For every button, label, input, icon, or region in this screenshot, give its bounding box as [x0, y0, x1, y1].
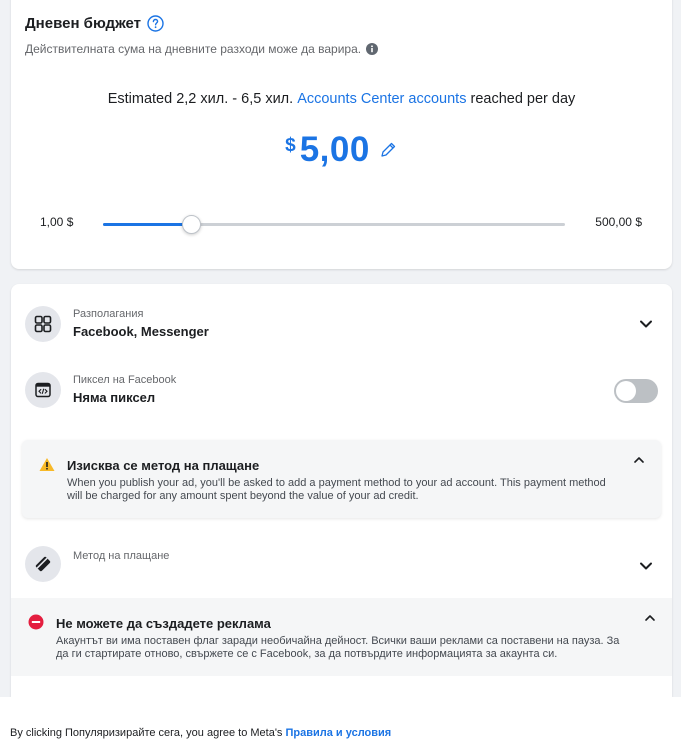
- help-circle-icon[interactable]: [147, 15, 164, 32]
- cannot-create-ad-notice: Не можете да създадете реклама Акаунтът …: [11, 598, 672, 676]
- chevron-up-icon[interactable]: [644, 614, 658, 628]
- budget-subtitle-text: Действителната сума на дневните разходи …: [25, 42, 362, 56]
- pixel-toggle[interactable]: [614, 379, 658, 403]
- toggle-knob: [616, 381, 636, 401]
- terms-footer: By clicking Популяризирайте сега, you ag…: [0, 697, 681, 750]
- placements-row[interactable]: Разполагания Facebook, Messenger: [25, 306, 658, 346]
- info-icon[interactable]: [366, 43, 379, 55]
- terms-prefix: By clicking Популяризирайте сега, you ag…: [10, 727, 283, 739]
- terms-text: By clicking Популяризирайте сега, you ag…: [10, 727, 391, 739]
- budget-slider[interactable]: [103, 215, 565, 234]
- slider-max-label: 500,00 $: [595, 215, 642, 229]
- estimate-prefix: Estimated 2,2 хил. - 6,5 хил.: [107, 91, 294, 107]
- terms-link[interactable]: Правила и условия: [286, 727, 392, 739]
- warning-triangle-icon: [39, 457, 55, 473]
- pencil-icon[interactable]: [378, 140, 398, 160]
- payment-method-required-notice: Изисква се метод на плащане When you pub…: [22, 440, 661, 518]
- budget-amount-value: 5,00: [299, 130, 370, 169]
- budget-amount: $ 5,00: [11, 130, 672, 170]
- payment-method-text: Метод на плащане: [73, 550, 169, 562]
- payment-method-row[interactable]: Метод на плащане: [25, 546, 658, 586]
- payment-warning-body: When you publish your ad, you'll be aske…: [67, 477, 606, 502]
- pixel-label: Пиксел на Facebook: [73, 374, 177, 386]
- slider-fill: [103, 223, 191, 226]
- slider-handle[interactable]: [181, 215, 201, 234]
- pixel-value: Няма пиксел: [73, 390, 156, 405]
- accounts-center-link[interactable]: Accounts Center accounts: [297, 91, 466, 107]
- estimate-suffix: reached per day: [470, 91, 576, 107]
- placements-text: Разполагания Facebook, Messenger: [73, 308, 209, 339]
- payment-method-label: Метод на плащане: [73, 550, 170, 562]
- error-body: Акаунтът ви има поставен флаг заради нео…: [56, 635, 620, 660]
- estimated-reach: Estimated 2,2 хил. - 6,5 хил. Accounts C…: [11, 91, 672, 107]
- chevron-down-icon[interactable]: [638, 558, 654, 574]
- slider-min-label: 1,00 $: [40, 215, 74, 229]
- code-window-icon: [25, 372, 61, 408]
- placements-label: Разполагания: [73, 308, 144, 320]
- budget-title-text: Дневен бюджет: [25, 15, 142, 32]
- error-title: Не можете да създадете реклама: [56, 616, 271, 631]
- currency-symbol: $: [285, 135, 296, 156]
- ad-settings-card: Разполагания Facebook, Messenger Пиксел …: [11, 284, 672, 697]
- budget-subtitle: Действителната сума на дневните разходи …: [25, 42, 379, 56]
- payment-warning-title: Изисква се метод на плащане: [67, 458, 260, 473]
- payment-card-icon: [25, 546, 61, 582]
- chevron-down-icon[interactable]: [638, 316, 654, 332]
- daily-budget-card: Дневен бюджет Действителната сума на дне…: [11, 0, 672, 269]
- pixel-text: Пиксел на Facebook Няма пиксел: [73, 374, 176, 405]
- budget-title: Дневен бюджет: [25, 15, 164, 32]
- error-circle-icon: [28, 614, 44, 630]
- chevron-up-icon[interactable]: [633, 456, 647, 470]
- pixel-row: Пиксел на Facebook Няма пиксел: [25, 372, 658, 412]
- grid-icon: [25, 306, 61, 342]
- placements-value: Facebook, Messenger: [73, 324, 209, 339]
